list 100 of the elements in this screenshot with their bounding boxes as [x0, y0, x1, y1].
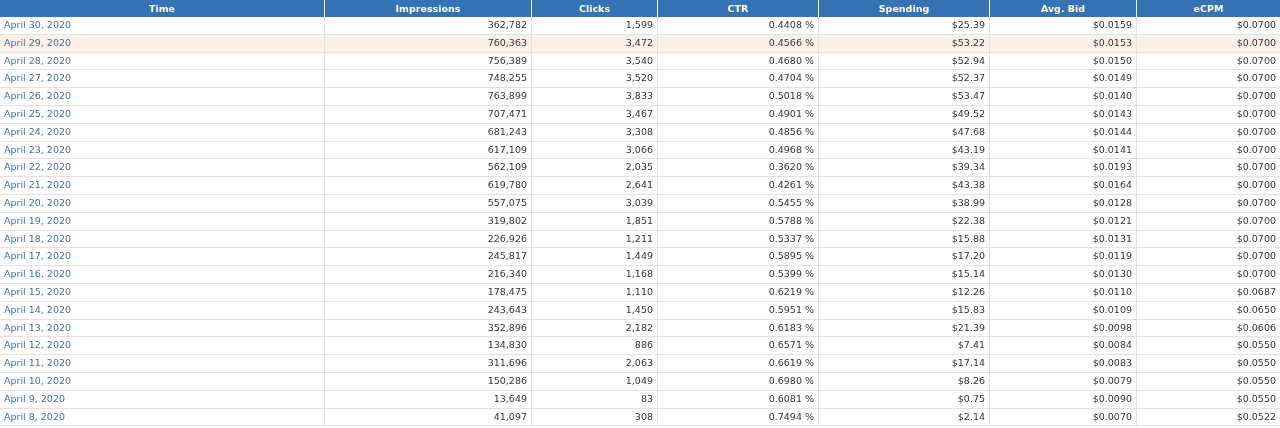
date-link[interactable]: April 25, 2020 [4, 108, 72, 119]
table-cell-text: $0.0700 [1235, 107, 1277, 121]
table-cell: $7.41 [819, 337, 990, 355]
table-cell-text: $0.0700 [1235, 89, 1277, 104]
table-cell: $12.26 [819, 283, 990, 301]
table-cell: 0.7494 % [658, 408, 819, 426]
date-link[interactable]: April 15, 2020 [4, 285, 72, 297]
table-cell: 150,286 [325, 372, 532, 390]
table-row[interactable]: April 26, 2020 763,899 3,833 0.5018 % $53.47 $0.0140 $0.0700 [0, 88, 1280, 106]
date-link[interactable]: April 23, 2020 [4, 143, 72, 155]
table-cell: 0.5337 % [658, 230, 819, 248]
column-header[interactable]: eCPM [1137, 0, 1280, 17]
date-link[interactable]: April 14, 2020 [4, 303, 72, 315]
table-cell: $0.0083 [990, 355, 1137, 372]
date-link[interactable]: April 19, 2020 [4, 214, 72, 226]
table-cell: $0.0141 [990, 141, 1137, 159]
table-cell: 1,211 [532, 230, 658, 248]
table-row[interactable]: April 17, 2020 245,817 1,449 0.5895 % $17.20 $0.0119 $0.0700 [0, 248, 1280, 267]
table-cell-text: $0.0700 [1235, 213, 1277, 228]
table-cell: $0.0153 [990, 34, 1137, 52]
table-cell: $49.52 [819, 106, 990, 123]
table-row[interactable]: April 27, 2020 748,255 3,520 0.4704 % $52.37 $0.0149 $0.0700 [0, 70, 1280, 89]
table-cell: $0.0193 [990, 159, 1137, 177]
date-link[interactable]: April 16, 2020 [4, 268, 72, 280]
table-cell: 760,363 [325, 34, 532, 52]
table-cell: 13,649 [325, 390, 532, 408]
date-link[interactable]: April 22, 2020 [4, 161, 72, 173]
table-cell: 0.4680 % [658, 52, 819, 70]
table-cell: 3,520 [532, 70, 658, 88]
table-cell: 226,926 [325, 230, 532, 248]
table-cell: 134,830 [325, 337, 532, 355]
table-cell: 0.5399 % [658, 266, 819, 283]
table-cell: $0.0121 [990, 212, 1137, 230]
date-link[interactable]: April 13, 2020 [4, 321, 72, 333]
date-link[interactable]: April 8, 2020 [4, 410, 65, 422]
table-cell: 707,471 [325, 106, 532, 123]
table-cell: $2.14 [819, 408, 990, 426]
table-cell: 0.4261 % [658, 177, 819, 194]
table-cell: 617,109 [325, 141, 532, 159]
table-row[interactable]: April 12, 2020 134,830 886 0.6571 % $7.41 $0.0084 $0.0550 [0, 337, 1280, 356]
table-cell: 3,467 [532, 106, 658, 123]
table-cell-text: $0.0700 [1235, 18, 1277, 32]
table-cell: $0.0079 [990, 372, 1137, 390]
table-cell: 0.6980 % [658, 372, 819, 390]
table-cell: 83 [532, 390, 658, 408]
table-cell-text: $0.0522 [1235, 409, 1277, 424]
date-link[interactable]: April 12, 2020 [4, 339, 72, 351]
table-row[interactable]: April 16, 2020 216,340 1,168 0.5399 % $15.14 $0.0130 $0.0700 [0, 266, 1280, 284]
table-row[interactable]: April 30, 2020 362,782 1,599 0.4408 % $25.39 $0.0159 $0.0700 [0, 17, 1280, 35]
table-cell: 2,182 [532, 319, 658, 337]
date-link[interactable]: April 10, 2020 [4, 374, 72, 386]
table-cell: $43.19 [819, 141, 990, 159]
table-cell: $0.0098 [990, 319, 1137, 337]
table-cell-text: $0.0700 [1235, 71, 1277, 86]
date-link[interactable]: April 27, 2020 [4, 72, 72, 84]
table-cell-text: $0.0700 [1235, 231, 1277, 246]
table-cell: 2,641 [532, 177, 658, 194]
table-cell: 0.5951 % [658, 301, 819, 319]
table-cell: $0.0164 [990, 177, 1137, 194]
table-cell-text: $0.0700 [1235, 124, 1277, 139]
table-cell: $15.14 [819, 266, 990, 283]
table-cell: 3,308 [532, 123, 658, 141]
table-row[interactable]: April 21, 2020 619,780 2,641 0.4261 % $43.38 $0.0164 $0.0700 [0, 177, 1280, 195]
table-cell: 0.6619 % [658, 355, 819, 372]
table-cell: $25.39 [819, 17, 990, 34]
table-cell: 0.3620 % [658, 159, 819, 177]
date-link[interactable]: April 17, 2020 [4, 250, 72, 262]
table-cell: $0.0084 [990, 337, 1137, 355]
table-cell: $52.37 [819, 70, 990, 88]
table-row[interactable]: April 11, 2020 311,696 2,063 0.6619 % $17.14 $0.0083 $0.0550 [0, 355, 1280, 373]
table-row[interactable]: April 22, 2020 562,109 2,035 0.3620 % $39.34 $0.0193 $0.0700 [0, 159, 1280, 178]
table-cell: $0.0128 [990, 194, 1137, 212]
date-link[interactable]: April 20, 2020 [4, 196, 72, 208]
table-cell: 3,066 [532, 141, 658, 159]
table-cell-text: $0.0550 [1235, 338, 1277, 353]
table-cell: 748,255 [325, 70, 532, 88]
date-link[interactable]: April 21, 2020 [4, 179, 72, 191]
table-cell-text: $0.0700 [1235, 142, 1277, 157]
table-cell-text: $0.0700 [1235, 53, 1277, 68]
table-cell: $0.0119 [990, 248, 1137, 266]
date-link[interactable]: April 24, 2020 [4, 125, 72, 137]
table-cell-text: $0.0606 [1235, 320, 1277, 335]
date-link[interactable]: April 11, 2020 [4, 357, 72, 369]
table-cell: 178,475 [325, 283, 532, 301]
date-link[interactable]: April 9, 2020 [4, 392, 65, 404]
date-link[interactable]: April 18, 2020 [4, 232, 72, 244]
table-cell-text: $0.0700 [1235, 178, 1277, 193]
table-cell: 763,899 [325, 88, 532, 105]
table-cell: 0.4901 % [658, 106, 819, 123]
table-cell: $43.38 [819, 177, 990, 194]
table-cell: 3,833 [532, 88, 658, 105]
table-cell: $53.47 [819, 88, 990, 105]
table-cell-text: $0.0700 [1235, 195, 1277, 210]
date-link[interactable]: April 28, 2020 [4, 54, 72, 66]
date-link[interactable]: April 30, 2020 [4, 19, 72, 30]
date-link[interactable]: April 26, 2020 [4, 90, 72, 102]
table-cell: 1,599 [532, 17, 658, 34]
date-link[interactable]: April 29, 2020 [4, 36, 72, 48]
table-cell: 308 [532, 408, 658, 426]
table-cell-text: $0.0700 [1235, 267, 1277, 282]
